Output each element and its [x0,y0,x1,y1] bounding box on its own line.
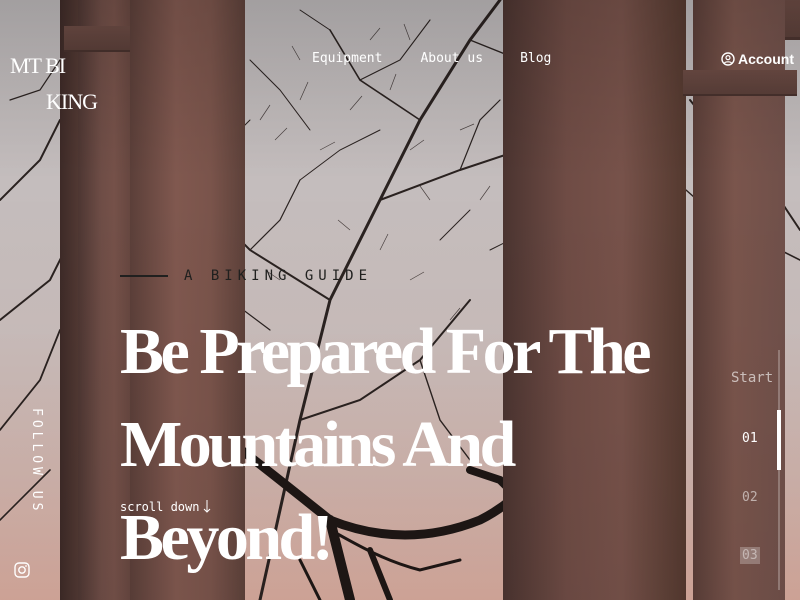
account-label: Account [738,51,794,67]
slide-indicator-02[interactable]: 02 [742,490,758,505]
nav-item-about-us[interactable]: About us [420,51,483,66]
nav-item-equipment[interactable]: Equipment [312,51,382,66]
scroll-down-label: scroll down [120,500,200,514]
logo-line-2: KING [46,89,98,114]
hero-eyebrow: A BIKING GUIDE [120,268,372,284]
arrow-down-icon [204,500,211,513]
headline-line-2: Mountains And Beyond! [120,408,516,574]
account-link[interactable]: Account [721,51,794,67]
slider-track [778,350,780,590]
logo-line-1: MT BI [10,53,66,78]
slide-indicator-01[interactable]: 01 [742,431,758,446]
slide-indicator-03[interactable]: 03 [740,547,760,564]
slider-progress-indicator [777,410,781,470]
follow-us-label: FOLLOW US [29,408,44,515]
eyebrow-text: A BIKING GUIDE [184,268,373,284]
instagram-icon[interactable] [14,562,30,578]
hero-headline: Be Prepared For The Mountains And Beyond… [120,305,720,584]
main-nav: Equipment About us Blog [312,51,551,66]
eyebrow-divider [120,275,168,277]
nav-item-blog[interactable]: Blog [520,51,551,66]
slider-start-label: Start [731,370,774,386]
scroll-down-link[interactable]: scroll down [120,500,211,514]
headline-line-1: Be Prepared For The [120,315,652,388]
site-logo[interactable]: MT BI KING [10,48,98,120]
user-icon [721,52,735,66]
